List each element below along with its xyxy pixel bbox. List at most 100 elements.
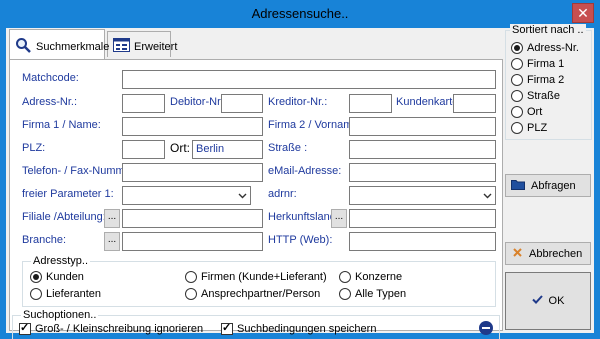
save-conditions-option[interactable]: Suchbedingungen speichern: [221, 321, 377, 335]
matchcode-label: Matchcode:: [22, 72, 79, 84]
radio-button[interactable]: [30, 271, 42, 283]
radio-button[interactable]: [339, 288, 351, 300]
folder-icon: [511, 179, 525, 193]
freier-parameter-label: freier Parameter 1:: [22, 188, 114, 200]
debitor-label: Debitor-Nr:: [170, 96, 224, 108]
radio-label: Adress-Nr.: [527, 42, 579, 54]
firma2-input[interactable]: [349, 117, 496, 136]
abbrechen-button[interactable]: Abbrechen: [505, 242, 591, 265]
sort-ort[interactable]: Ort: [511, 106, 542, 118]
tab-erweitert[interactable]: Erweitert: [107, 31, 177, 57]
strasse-input[interactable]: [349, 140, 496, 159]
radio-konzerne[interactable]: Konzerne: [339, 271, 402, 283]
ort-label: Ort:: [170, 141, 190, 155]
radio-label: Firmen (Kunde+Lieferant): [201, 271, 327, 283]
freier-parameter-combo[interactable]: [122, 186, 251, 205]
adrnr-label: adrnr:: [268, 188, 297, 200]
adressnr-label: Adress-Nr.:: [22, 96, 78, 108]
sortiert-title: Sortiert nach ..: [510, 24, 586, 36]
matchcode-input[interactable]: [122, 70, 496, 89]
form-icon: [113, 38, 130, 55]
abfragen-label: Abfragen: [531, 179, 576, 192]
branche-input[interactable]: [122, 232, 263, 251]
kreditor-input[interactable]: [349, 94, 392, 113]
radio-alle-typen[interactable]: Alle Typen: [339, 288, 406, 300]
radio-label: PLZ: [527, 122, 548, 134]
ok-label: OK: [548, 295, 565, 307]
radio-label: Ort: [527, 106, 543, 118]
adressnr-input[interactable]: [122, 94, 165, 113]
telefon-label: Telefon- / Fax-Nummer:: [22, 165, 138, 177]
ok-button[interactable]: OK: [505, 272, 591, 330]
email-label: eMail-Adresse:: [268, 165, 342, 177]
close-button[interactable]: ✕: [572, 3, 594, 23]
sortiert-group: Sortiert nach .. Adress-Nr. Firma 1 Firm…: [505, 24, 592, 140]
branche-label: Branche:: [22, 234, 67, 246]
filiale-input[interactable]: [122, 209, 263, 228]
kundenkarte-input[interactable]: [453, 94, 496, 113]
plz-label: PLZ:: [22, 142, 46, 154]
radio-button[interactable]: [511, 74, 523, 86]
abfragen-button[interactable]: Abfragen: [505, 174, 591, 197]
debitor-input[interactable]: [221, 94, 263, 113]
adresstyp-title: Adresstyp..: [31, 255, 91, 267]
radio-button[interactable]: [511, 42, 523, 54]
ignore-case-label: Groß- / Kleinschreibung ignorieren: [35, 323, 204, 335]
ignore-case-option[interactable]: Groß- / Kleinschreibung ignorieren: [19, 321, 204, 335]
search-panel: Matchcode: Adress-Nr.: Debitor-Nr: Kredi…: [9, 59, 503, 339]
radio-button[interactable]: [511, 122, 523, 134]
radio-firmen[interactable]: Firmen (Kunde+Lieferant): [185, 271, 327, 283]
tab-suchmerkmale[interactable]: Suchmerkmale: [9, 29, 109, 59]
radio-button[interactable]: [185, 288, 197, 300]
http-input[interactable]: [349, 232, 496, 251]
abbrechen-label: Abbrechen: [529, 247, 583, 260]
radio-button[interactable]: [511, 106, 523, 118]
suchoptionen-group: Suchoptionen.. Groß- / Kleinschreibung i…: [12, 309, 500, 339]
branche-browse-button[interactable]: ...: [104, 232, 120, 251]
filiale-browse-button[interactable]: ...: [104, 209, 120, 228]
tab-label: Erweitert: [134, 41, 178, 53]
herkunftsland-browse-button[interactable]: ...: [331, 209, 347, 228]
sort-plz[interactable]: PLZ: [511, 122, 547, 134]
kundenkarte-label: Kundenkarte:: [396, 96, 462, 108]
radio-button[interactable]: [339, 271, 351, 283]
firma2-label: Firma 2 / Vorname:: [268, 119, 362, 131]
ignore-case-checkbox[interactable]: [19, 321, 31, 335]
sort-firma2[interactable]: Firma 2: [511, 74, 564, 86]
ort-input[interactable]: Berlin: [192, 140, 263, 159]
search-icon: [15, 37, 32, 56]
save-conditions-label: Suchbedingungen speichern: [237, 323, 377, 335]
collapse-minus-icon[interactable]: [479, 321, 493, 335]
kreditor-label: Kreditor-Nr.:: [268, 96, 328, 108]
radio-label: Firma 2: [527, 74, 565, 86]
radio-button[interactable]: [30, 288, 42, 300]
radio-button[interactable]: [511, 90, 523, 102]
sort-firma1[interactable]: Firma 1: [511, 58, 564, 70]
radio-label: Lieferanten: [46, 288, 102, 300]
chevron-down-icon: [235, 187, 250, 204]
radio-kunden[interactable]: Kunden: [30, 271, 84, 283]
sort-strasse[interactable]: Straße: [511, 90, 560, 102]
adresstyp-group: Adresstyp.. Kunden Firmen (Kunde+Liefera…: [22, 255, 496, 307]
herkunftsland-input[interactable]: [349, 209, 496, 228]
sort-adressnr[interactable]: Adress-Nr.: [511, 42, 579, 54]
radio-label: Firma 1: [527, 58, 565, 70]
plz-input[interactable]: [122, 140, 165, 159]
checkmark-icon: [531, 295, 543, 307]
suchoptionen-title: Suchoptionen..: [21, 309, 99, 321]
radio-button[interactable]: [511, 58, 523, 70]
radio-ansprechpartner[interactable]: Ansprechpartner/Person: [185, 288, 320, 300]
radio-label: Ansprechpartner/Person: [201, 288, 321, 300]
radio-button[interactable]: [185, 271, 197, 283]
cancel-x-icon: [513, 247, 522, 260]
http-label: HTTP (Web):: [268, 234, 333, 246]
firma1-input[interactable]: [122, 117, 263, 136]
email-input[interactable]: [349, 163, 496, 182]
radio-label: Konzerne: [355, 271, 403, 283]
radio-lieferanten[interactable]: Lieferanten: [30, 288, 101, 300]
chevron-down-icon: [480, 187, 495, 204]
save-conditions-checkbox[interactable]: [221, 321, 233, 335]
adrnr-combo[interactable]: [349, 186, 496, 205]
window-title: Adressensuche..: [251, 6, 349, 21]
telefon-input[interactable]: [122, 163, 263, 182]
